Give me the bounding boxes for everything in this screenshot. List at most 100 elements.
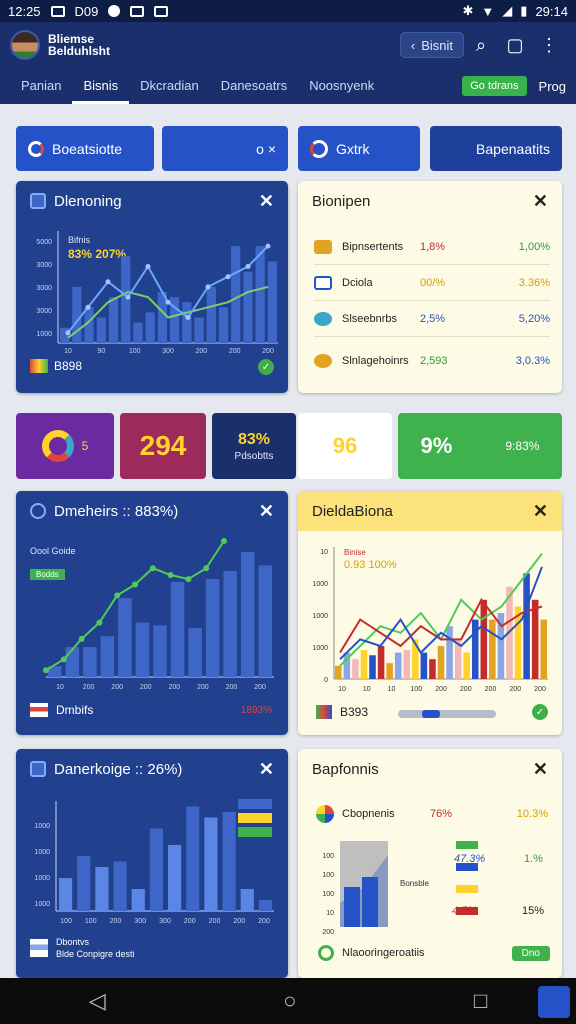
panel-bapfonnis: Bapfonnis ✕ Cbopnenis 76% 10.3% 100 100 10… (298, 749, 562, 978)
assistant-icon[interactable] (538, 986, 570, 1018)
tab-bisnis[interactable]: Bisnis (72, 68, 130, 104)
panel3-chart: 10 200 200 200 200 200 200 200 (43, 538, 274, 691)
x-tick-label: 200 (110, 918, 122, 925)
quick-button-2-label: o × (256, 140, 276, 157)
list-item[interactable]: Slseebnrbs 2,5% 5,20% (314, 301, 550, 337)
y-tick-label: 1000 (34, 823, 50, 830)
series-point (165, 299, 171, 305)
x-tick-label: 200 (534, 686, 546, 693)
chart-bar (194, 317, 204, 343)
check-icon[interactable]: ✓ (532, 704, 548, 720)
tab-prog[interactable]: Prog (539, 79, 566, 94)
x-tick-label: 100 (129, 348, 141, 355)
status-circle-icon (318, 945, 334, 961)
list-item[interactable]: Bipnsertents 1,8% 1,00% (314, 229, 550, 265)
chevron-left-icon: ‹ (410, 37, 416, 53)
mail-icon (50, 5, 65, 17)
stack-icon (30, 359, 48, 373)
kpi-96-value: 96 (332, 433, 358, 458)
chart-bar (352, 659, 359, 679)
y-tick-label: 3000 (36, 262, 52, 269)
footer-value: 1893% (240, 705, 272, 716)
series-point (167, 572, 174, 578)
more-icon[interactable]: ⋮ (532, 35, 566, 56)
tab-danesoatrs[interactable]: Danesoatrs (210, 68, 298, 104)
check-icon[interactable]: ✓ (258, 359, 274, 375)
series-point (43, 667, 49, 674)
series-point (85, 304, 91, 310)
chart-bar (240, 551, 255, 677)
chart-bar (267, 261, 277, 343)
card-icon (314, 275, 332, 290)
value-2: 1.% (524, 853, 543, 865)
y-tick-label: 100 (322, 853, 334, 860)
chart-bar (523, 573, 530, 679)
series-point (145, 264, 151, 269)
list-item[interactable]: Slnlagehoinrs 2,593 3,0.3% (314, 343, 550, 379)
y-tick-label: 0 (324, 677, 328, 684)
close-icon[interactable]: ✕ (533, 191, 548, 212)
y-tick-label: 5000 (36, 239, 52, 246)
tab-panian[interactable]: Panian (10, 68, 72, 104)
chart-bar (168, 845, 182, 911)
back-icon[interactable]: ◁ (89, 988, 106, 1014)
search-icon[interactable]: ⌕ (464, 35, 498, 56)
layers-icon (30, 939, 48, 957)
window-icon[interactable]: ▢ (498, 35, 532, 56)
y-tick-label: 100 (322, 872, 334, 879)
kpi-83-sub: Pdsobtts (234, 450, 274, 462)
kpi-donut[interactable]: 5 (16, 413, 114, 479)
kpi-9[interactable]: 9% 9:83% (398, 413, 562, 479)
series-point (60, 656, 67, 663)
chart-bar (149, 828, 163, 911)
refresh-icon (28, 140, 44, 157)
chart-bar (118, 598, 132, 677)
search-button[interactable]: ‹ Bisnit (399, 32, 464, 58)
x-tick-label: 10 (56, 684, 64, 691)
panel-danerkoige: Danerkoige :: 26%) ✕ 1000 1000 1000 1000 100… (16, 749, 288, 978)
home-icon[interactable]: ○ (283, 988, 296, 1014)
go-button[interactable]: Go tdrans (462, 76, 527, 96)
chart-bar (429, 659, 436, 679)
footer-label: Nlaooringeroatiis (342, 947, 425, 959)
quick-button-2[interactable]: o × (162, 126, 288, 171)
chart-bar (153, 625, 167, 677)
value-4: 15% (522, 905, 545, 917)
kpi-294[interactable]: 294 (120, 413, 206, 479)
footer-label-1: Dbontvs (56, 937, 90, 947)
tab-dkcradian[interactable]: Dkcradian (129, 68, 210, 104)
recents-icon[interactable]: □ (474, 988, 487, 1014)
x-tick-label: 300 (134, 918, 146, 925)
footer-label-2: Blde Conpigre desti (56, 949, 135, 959)
x-tick-label: 300 (159, 918, 171, 925)
tab-noosnyenk[interactable]: Noosnyenk (298, 68, 385, 104)
quick-button-4[interactable]: Bapenaatits (430, 126, 562, 171)
footer-button[interactable]: Dno (511, 945, 550, 961)
progress-slider[interactable] (398, 710, 496, 718)
kpi-83[interactable]: 83% Pdsobtts (212, 413, 296, 479)
chart-bar (222, 812, 236, 911)
search-button-label: Bisnit (421, 37, 453, 53)
x-tick-label: 200 (229, 348, 241, 355)
list-item[interactable]: Dciola 00/% 3.36% (314, 265, 550, 301)
chart-bar (360, 649, 368, 679)
kpi-96[interactable]: 96 (298, 413, 392, 479)
series-point (225, 274, 231, 280)
x-tick-label: 200 (258, 918, 270, 925)
avatar[interactable] (10, 30, 40, 60)
chart-bar (131, 889, 145, 911)
chart-bar (377, 646, 385, 679)
slider-thumb[interactable] (422, 710, 440, 718)
image-icon (130, 5, 145, 17)
chart-bar (394, 652, 402, 679)
quick-button-1[interactable]: Boeatsiottе (16, 126, 154, 171)
kpi-9-sub: 9:83% (505, 439, 540, 453)
x-tick-label: 200 (509, 686, 521, 693)
quick-button-3[interactable]: Gxtrk (298, 126, 420, 171)
chart-bar (243, 271, 253, 343)
panel4-chart: 10 1000 1000 1000 0 10 10 10 100 200 200 200 200 200 (312, 547, 548, 693)
footer-label: B393 (340, 705, 369, 719)
chart-bar (65, 647, 80, 677)
chart-bar (100, 636, 115, 677)
y-tick-label: 1000 (34, 901, 50, 908)
